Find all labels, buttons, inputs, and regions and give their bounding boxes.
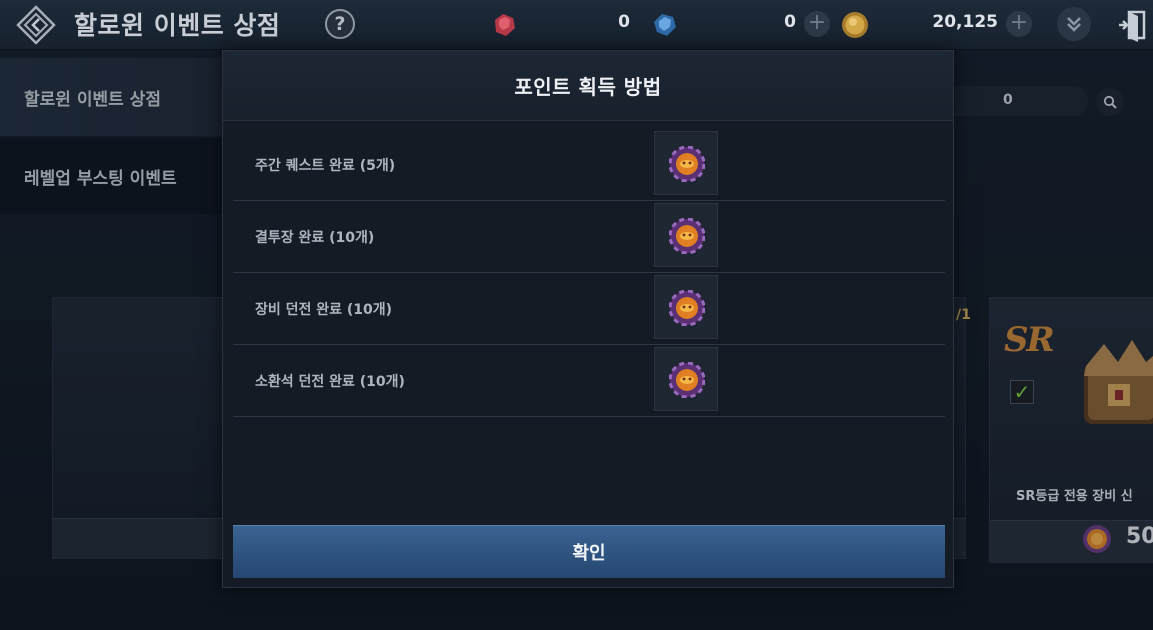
reward-slot [654, 203, 718, 267]
gold-coin-icon [842, 12, 868, 38]
modal-header: 포인트 획득 방법 [223, 51, 953, 121]
blue-gem-add-button[interactable]: + [804, 11, 830, 37]
exit-button[interactable] [1115, 8, 1149, 42]
exit-door-icon [1119, 10, 1146, 42]
gold-count: 20,125 [932, 12, 998, 32]
halloween-token-icon [669, 146, 705, 182]
top-bar: 할로윈 이벤트 상점 ? 0 0 + 20,125 + [0, 0, 1153, 50]
confirm-button[interactable]: 확인 [233, 525, 945, 578]
halloween-token-icon [669, 290, 705, 326]
double-chevron-down-icon [1067, 17, 1081, 32]
page-title: 할로윈 이벤트 상점 [74, 11, 281, 40]
gold-add-button[interactable]: + [1006, 11, 1032, 37]
points-info-modal: 포인트 획득 방법 주간 퀘스트 완료 (5개) 결투장 완료 (10개) 장비… [222, 50, 954, 588]
list-item: 결투장 완료 (10개) [233, 201, 945, 273]
list-item: 장비 던전 완료 (10개) [233, 273, 945, 345]
halloween-token-icon [669, 218, 705, 254]
reward-slot [654, 275, 718, 339]
method-label: 결투장 완료 (10개) [255, 230, 375, 246]
red-gem-icon [495, 14, 515, 36]
blue-gem-icon [654, 14, 676, 36]
red-gem-count: 0 [618, 12, 630, 32]
reward-slot [654, 131, 718, 195]
list-item: 주간 퀘스트 완료 (5개) [233, 129, 945, 201]
method-label: 장비 던전 완료 (10개) [255, 302, 393, 318]
back-diamond-icon [16, 5, 56, 45]
list-item: 소환석 던전 완료 (10개) [233, 345, 945, 417]
help-button[interactable]: ? [325, 9, 355, 39]
method-label: 주간 퀘스트 완료 (5개) [255, 158, 396, 174]
points-method-list: 주간 퀘스트 완료 (5개) 결투장 완료 (10개) 장비 던전 완료 (10… [233, 129, 945, 417]
chevrons-down-button[interactable] [1057, 7, 1091, 41]
reward-slot [654, 347, 718, 411]
method-label: 소환석 던전 완료 (10개) [255, 374, 405, 390]
halloween-token-icon [669, 362, 705, 398]
blue-gem-count: 0 [784, 12, 796, 32]
back-button[interactable] [14, 4, 58, 46]
modal-title: 포인트 획득 방법 [514, 75, 662, 99]
